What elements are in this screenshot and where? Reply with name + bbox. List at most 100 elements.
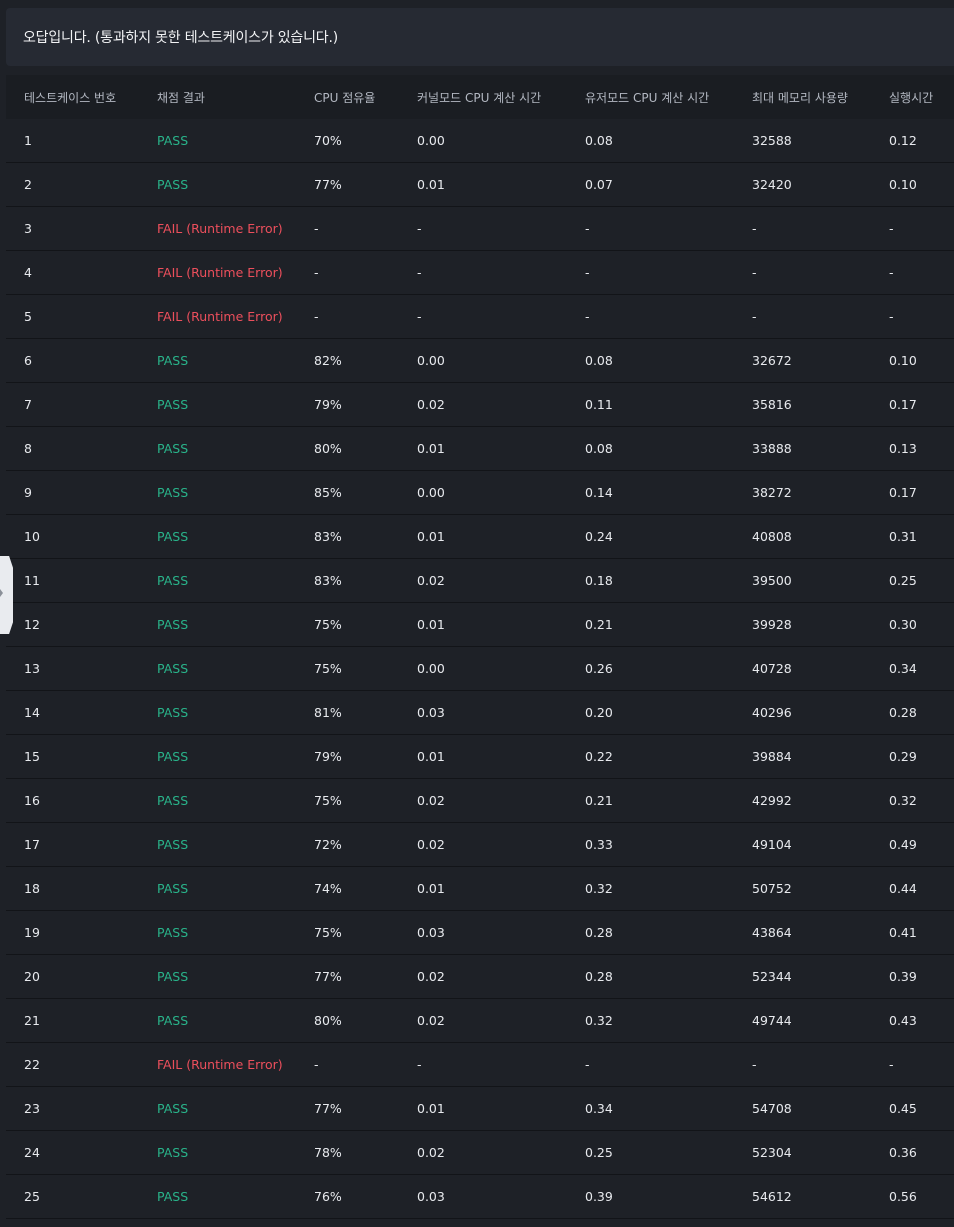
cell-kernel-cpu-time: 0.03 (417, 925, 445, 940)
table-row: 20 PASS 77% 0.02 0.28 52344 0.39 (6, 955, 954, 999)
cell-kernel-cpu-time: 0.01 (417, 529, 445, 544)
cell-user-cpu-time: 0.11 (585, 397, 613, 412)
table-row: 8 PASS 80% 0.01 0.08 33888 0.13 (6, 427, 954, 471)
table-row: 11 PASS 83% 0.02 0.18 39500 0.25 (6, 559, 954, 603)
cell-kernel-cpu-time: 0.02 (417, 969, 445, 984)
cell-user-cpu-time: 0.21 (585, 617, 613, 632)
cell-testcase-number: 3 (24, 221, 32, 236)
table-row: 25 PASS 76% 0.03 0.39 54612 0.56 (6, 1175, 954, 1219)
cell-result: PASS (157, 441, 189, 456)
cell-cpu-usage: 80% (314, 441, 342, 456)
table-row: 9 PASS 85% 0.00 0.14 38272 0.17 (6, 471, 954, 515)
cell-cpu-usage: 75% (314, 617, 342, 632)
cell-max-memory: 39928 (752, 617, 792, 632)
header-kernel-cpu-time: 커널모드 CPU 계산 시간 (417, 90, 542, 105)
cell-max-memory: 32672 (752, 353, 792, 368)
cell-exec-time: 0.41 (889, 925, 917, 940)
cell-result: PASS (157, 925, 189, 940)
cell-user-cpu-time: 0.22 (585, 749, 613, 764)
cell-kernel-cpu-time: 0.00 (417, 485, 445, 500)
table-row: 15 PASS 79% 0.01 0.22 39884 0.29 (6, 735, 954, 779)
cell-result: FAIL (Runtime Error) (157, 309, 283, 324)
cell-testcase-number: 9 (24, 485, 32, 500)
cell-testcase-number: 18 (24, 881, 40, 896)
cell-result: PASS (157, 1013, 189, 1028)
cell-max-memory: 32588 (752, 133, 792, 148)
cell-kernel-cpu-time: 0.02 (417, 573, 445, 588)
table-row: 10 PASS 83% 0.01 0.24 40808 0.31 (6, 515, 954, 559)
table-row: 17 PASS 72% 0.02 0.33 49104 0.49 (6, 823, 954, 867)
cell-cpu-usage: 79% (314, 749, 342, 764)
cell-exec-time: 0.17 (889, 397, 917, 412)
cell-result: PASS (157, 749, 189, 764)
cell-kernel-cpu-time: 0.00 (417, 353, 445, 368)
cell-user-cpu-time: 0.14 (585, 485, 613, 500)
cell-cpu-usage: 77% (314, 1101, 342, 1116)
cell-max-memory: 42992 (752, 793, 792, 808)
cell-result: PASS (157, 661, 189, 676)
result-message: 오답입니다. (통과하지 못한 테스트케이스가 있습니다.) (23, 30, 338, 46)
cell-kernel-cpu-time: 0.02 (417, 793, 445, 808)
cell-result: PASS (157, 705, 189, 720)
cell-exec-time: 0.32 (889, 793, 917, 808)
cell-exec-time: 0.13 (889, 441, 917, 456)
cell-kernel-cpu-time: 0.01 (417, 1101, 445, 1116)
table-row: 6 PASS 82% 0.00 0.08 32672 0.10 (6, 339, 954, 383)
cell-kernel-cpu-time: - (417, 1057, 422, 1072)
table-row: 2 PASS 77% 0.01 0.07 32420 0.10 (6, 163, 954, 207)
table-body: 1 PASS 70% 0.00 0.08 32588 0.12 2 PASS 77% 0.01 0.0… (6, 119, 954, 1219)
cell-result: PASS (157, 837, 189, 852)
cell-user-cpu-time: - (585, 309, 590, 324)
cell-cpu-usage: 75% (314, 925, 342, 940)
cell-cpu-usage: 76% (314, 1189, 342, 1204)
header-cpu-usage: CPU 점유율 (314, 90, 376, 105)
table-row: 14 PASS 81% 0.03 0.20 40296 0.28 (6, 691, 954, 735)
cell-testcase-number: 22 (24, 1057, 40, 1072)
cell-exec-time: 0.43 (889, 1013, 917, 1028)
cell-kernel-cpu-time: 0.01 (417, 177, 445, 192)
cell-max-memory: - (752, 265, 757, 280)
cell-result: PASS (157, 969, 189, 984)
cell-max-memory: - (752, 309, 757, 324)
cell-user-cpu-time: 0.18 (585, 573, 613, 588)
cell-result: PASS (157, 881, 189, 896)
cell-exec-time: - (889, 221, 894, 236)
cell-testcase-number: 17 (24, 837, 40, 852)
cell-exec-time: - (889, 265, 894, 280)
cell-exec-time: 0.28 (889, 705, 917, 720)
cell-cpu-usage: 79% (314, 397, 342, 412)
table-row: 16 PASS 75% 0.02 0.21 42992 0.32 (6, 779, 954, 823)
cell-user-cpu-time: 0.33 (585, 837, 613, 852)
cell-kernel-cpu-time: - (417, 265, 422, 280)
cell-exec-time: 0.45 (889, 1101, 917, 1116)
table-row: 22 FAIL (Runtime Error) - - - - - (6, 1043, 954, 1087)
cell-user-cpu-time: 0.28 (585, 925, 613, 940)
cell-cpu-usage: - (314, 221, 319, 236)
cell-exec-time: 0.29 (889, 749, 917, 764)
cell-kernel-cpu-time: 0.00 (417, 133, 445, 148)
cell-exec-time: - (889, 1057, 894, 1072)
cell-exec-time: 0.36 (889, 1145, 917, 1160)
cell-kernel-cpu-time: - (417, 309, 422, 324)
cell-testcase-number: 15 (24, 749, 40, 764)
cell-kernel-cpu-time: 0.01 (417, 749, 445, 764)
header-exec-time: 실행시간 (889, 90, 934, 105)
cell-max-memory: 39500 (752, 573, 792, 588)
cell-max-memory: 40808 (752, 529, 792, 544)
cell-kernel-cpu-time: 0.03 (417, 1189, 445, 1204)
cell-exec-time: 0.25 (889, 573, 917, 588)
cell-user-cpu-time: 0.39 (585, 1189, 613, 1204)
cell-user-cpu-time: 0.26 (585, 661, 613, 676)
cell-result: PASS (157, 353, 189, 368)
side-panel-toggle[interactable] (0, 556, 13, 634)
cell-testcase-number: 1 (24, 133, 32, 148)
cell-testcase-number: 7 (24, 397, 32, 412)
cell-kernel-cpu-time: 0.01 (417, 617, 445, 632)
cell-max-memory: 38272 (752, 485, 792, 500)
cell-cpu-usage: 78% (314, 1145, 342, 1160)
cell-exec-time: 0.10 (889, 177, 917, 192)
cell-kernel-cpu-time: 0.01 (417, 441, 445, 456)
cell-testcase-number: 25 (24, 1189, 40, 1204)
table-row: 12 PASS 75% 0.01 0.21 39928 0.30 (6, 603, 954, 647)
cell-testcase-number: 13 (24, 661, 40, 676)
